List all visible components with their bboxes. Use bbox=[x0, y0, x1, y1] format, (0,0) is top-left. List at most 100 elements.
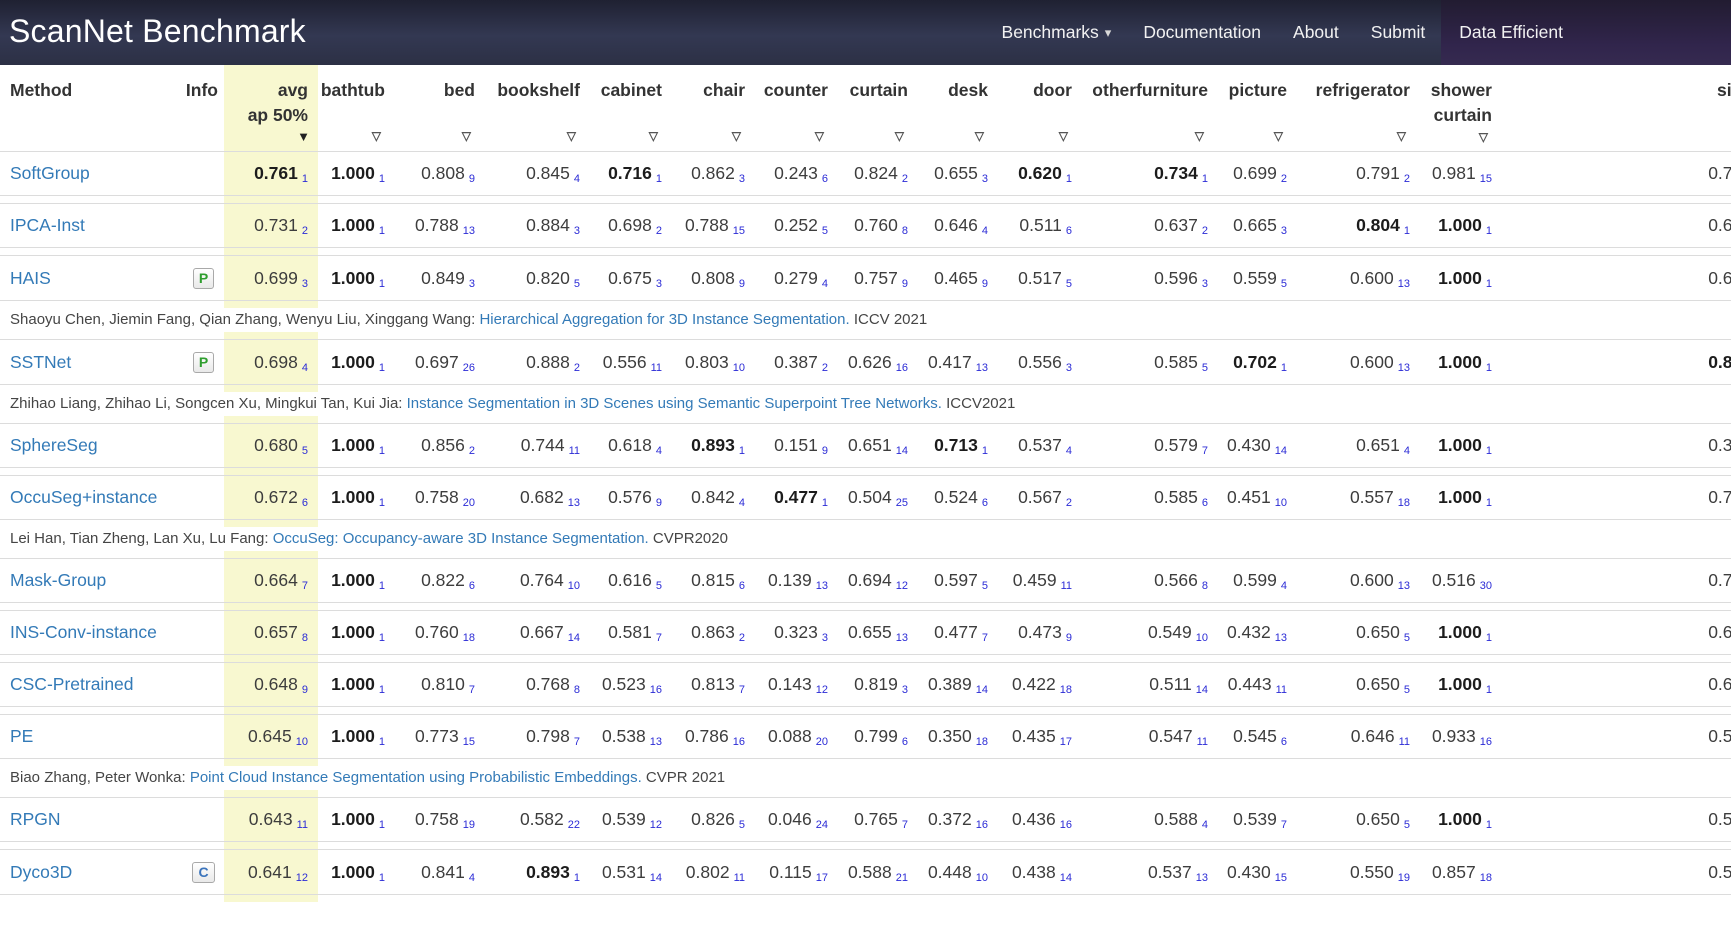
column-header-bed[interactable]: bed▽ bbox=[395, 66, 485, 144]
column-header-avg_ap50[interactable]: avgap 50%▼ bbox=[224, 66, 318, 144]
score-value: 0.115 bbox=[769, 862, 812, 882]
method-link[interactable]: SphereSeg bbox=[10, 435, 98, 455]
score-value: 0.933 bbox=[1432, 726, 1476, 746]
info-badge-p[interactable]: P bbox=[193, 352, 214, 373]
score-rank: 4 bbox=[302, 362, 308, 374]
column-header-desk[interactable]: desk▽ bbox=[918, 66, 998, 144]
sort-icon[interactable]: ▽ bbox=[590, 128, 672, 144]
score-value: 0.537 bbox=[1148, 862, 1192, 882]
column-header-bathtub[interactable]: bathtub▽ bbox=[318, 66, 395, 144]
method-link[interactable]: CSC-Pretrained bbox=[10, 674, 134, 694]
sort-icon[interactable]: ▽ bbox=[838, 128, 918, 144]
score-value: 0.862 bbox=[691, 163, 735, 183]
sort-desc-icon[interactable]: ▼ bbox=[224, 129, 318, 145]
sort-icon[interactable]: ▽ bbox=[1082, 128, 1218, 144]
score-value: 1.000 bbox=[1438, 435, 1482, 455]
table-row: INS-Conv-instance0.65781.00010.760180.66… bbox=[0, 610, 1731, 655]
method-link[interactable]: OccuSeg+instance bbox=[10, 487, 157, 507]
score-value: 1.000 bbox=[331, 435, 375, 455]
score-cell: 0.8089 bbox=[672, 255, 755, 301]
citation-title-link[interactable]: OccuSeg: Occupancy-aware 3D Instance Seg… bbox=[273, 530, 649, 547]
column-header-door[interactable]: door ▽ bbox=[998, 66, 1082, 144]
sort-icon[interactable]: ▽ bbox=[1420, 129, 1502, 145]
citation-title-link[interactable]: Point Cloud Instance Segmentation using … bbox=[190, 769, 642, 786]
nav-item-submit[interactable]: Submit bbox=[1355, 0, 1441, 65]
column-header-sink[interactable]: sink▽ bbox=[1502, 66, 1731, 144]
method-link[interactable]: SSTNet bbox=[10, 352, 71, 372]
info-badge-c[interactable]: C bbox=[192, 862, 214, 883]
column-header-shower_curtain[interactable]: showercurtain▽ bbox=[1420, 66, 1502, 144]
nav-item-about[interactable]: About bbox=[1277, 0, 1355, 65]
method-link[interactable]: HAIS bbox=[10, 268, 51, 288]
score-value: 0.637 bbox=[1154, 215, 1198, 235]
column-header-cabinet[interactable]: cabinet▽ bbox=[590, 66, 672, 144]
score-rank: 1 bbox=[1486, 632, 1492, 644]
score-rank: 1 bbox=[379, 278, 385, 290]
score-rank: 1 bbox=[379, 225, 385, 237]
column-header-curtain[interactable]: curtain▽ bbox=[838, 66, 918, 144]
sort-icon[interactable]: ▽ bbox=[918, 128, 998, 144]
score-rank: 1 bbox=[1486, 362, 1492, 374]
score-value: 0.534 bbox=[1708, 862, 1731, 882]
method-link[interactable]: Dyco3D bbox=[10, 862, 72, 882]
score-rank: 2 bbox=[822, 362, 828, 374]
column-header-refrigerator[interactable]: refrigerator▽ bbox=[1297, 66, 1420, 144]
column-header-bookshelf[interactable]: bookshelf▽ bbox=[485, 66, 590, 144]
score-cell: 0.715 bbox=[1502, 558, 1731, 603]
score-value: 0.761 bbox=[254, 163, 298, 183]
citation-title-link[interactable]: Hierarchical Aggregation for 3D Instance… bbox=[479, 311, 849, 328]
score-value: 1.000 bbox=[1438, 674, 1482, 694]
info-badge-p[interactable]: P bbox=[193, 268, 214, 289]
citation-row: Zhihao Liang, Zhihao Li, Songcen Xu, Min… bbox=[0, 392, 1731, 416]
sort-icon[interactable]: ▽ bbox=[998, 128, 1082, 144]
column-header-info: Info bbox=[185, 66, 224, 144]
score-cell: 0.55019 bbox=[1297, 849, 1420, 895]
score-cell: 0.55718 bbox=[1297, 475, 1420, 520]
score-rank: 10 bbox=[733, 362, 745, 374]
score-rank: 11 bbox=[734, 872, 745, 884]
score-rank: 1 bbox=[1202, 173, 1208, 185]
column-header-counter[interactable]: counter▽ bbox=[755, 66, 838, 144]
method-link[interactable]: Mask-Group bbox=[10, 570, 106, 590]
method-link[interactable]: INS-Conv-instance bbox=[10, 622, 157, 642]
score-cell: 0.534 bbox=[1502, 849, 1731, 895]
score-rank: 7 bbox=[469, 684, 475, 696]
sort-icon[interactable]: ▽ bbox=[395, 128, 485, 144]
score-rank: 1 bbox=[379, 819, 385, 831]
method-link[interactable]: PE bbox=[10, 726, 33, 746]
citation-authors: Shaoyu Chen, Jiemin Fang, Qian Zhang, We… bbox=[10, 311, 479, 328]
score-rank: 1 bbox=[739, 445, 745, 457]
score-cell: 0.37216 bbox=[918, 797, 998, 842]
score-cell: 0.8931 bbox=[672, 423, 755, 468]
score-cell: 0.6805 bbox=[224, 423, 318, 468]
sort-icon[interactable]: ▽ bbox=[1218, 128, 1297, 144]
method-link[interactable]: SoftGroup bbox=[10, 163, 90, 183]
column-header-picture[interactable]: picture▽ bbox=[1218, 66, 1297, 144]
sort-icon[interactable]: ▽ bbox=[1297, 128, 1420, 144]
nav-item-documentation[interactable]: Documentation bbox=[1127, 0, 1277, 65]
score-cell: 0.6647 bbox=[224, 558, 318, 603]
nav-item-data-efficient[interactable]: Data Efficient bbox=[1441, 0, 1731, 65]
method-link[interactable]: RPGN bbox=[10, 809, 61, 829]
citation-title-link[interactable]: Instance Segmentation in 3D Scenes using… bbox=[407, 395, 942, 412]
score-cell: 0.655 bbox=[1502, 610, 1731, 655]
sort-icon[interactable]: ▽ bbox=[485, 128, 590, 144]
column-header-otherfurniture[interactable]: otherfurniture▽ bbox=[1082, 66, 1218, 144]
score-value: 0.618 bbox=[608, 435, 652, 455]
score-cell: 0.5855 bbox=[1082, 339, 1218, 385]
column-header-chair[interactable]: chair▽ bbox=[672, 66, 755, 144]
score-value: 0.372 bbox=[928, 809, 972, 829]
sort-icon[interactable]: ▽ bbox=[755, 128, 838, 144]
sort-icon[interactable]: ▽ bbox=[672, 128, 755, 144]
table-row: Dyco3DC0.641121.00010.84140.89310.531140… bbox=[0, 849, 1731, 895]
score-rank: 1 bbox=[1486, 278, 1492, 290]
method-link[interactable]: IPCA-Inst bbox=[10, 215, 85, 235]
score-cell: 1.0001 bbox=[1420, 797, 1502, 842]
score-cell: 0.44810 bbox=[918, 849, 998, 895]
score-value: 0.798 bbox=[526, 726, 570, 746]
column-label-door: door bbox=[998, 78, 1082, 103]
score-value: 0.559 bbox=[1233, 268, 1277, 288]
nav-item-benchmarks[interactable]: Benchmarks▾ bbox=[986, 0, 1128, 65]
sort-icon[interactable]: ▽ bbox=[318, 128, 395, 144]
sort-icon[interactable]: ▽ bbox=[1502, 128, 1731, 144]
